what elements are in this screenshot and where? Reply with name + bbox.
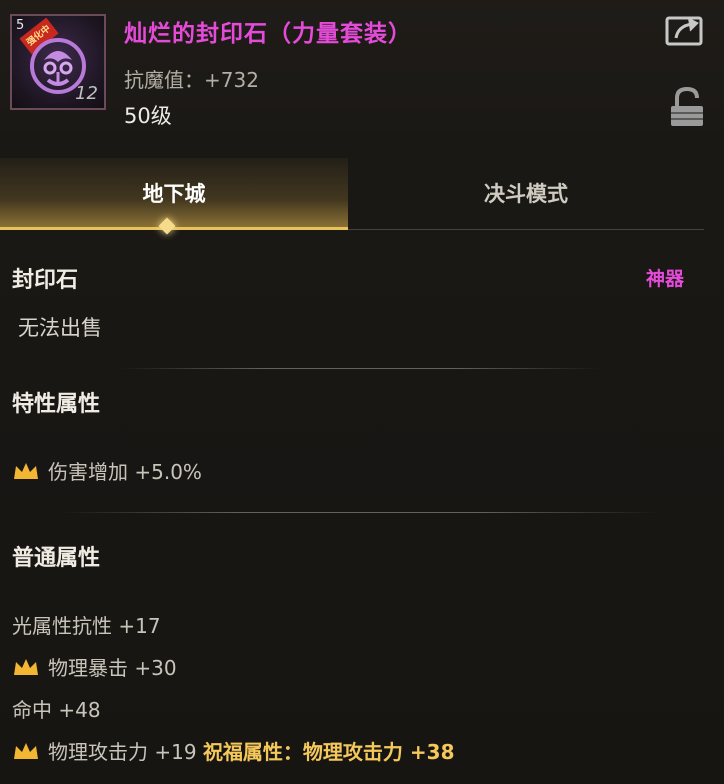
stat-line: 物理暴击 +30: [12, 652, 177, 681]
anti-magic-value: +732: [204, 68, 259, 92]
level-requirement: 50级: [124, 104, 172, 128]
divider: [120, 368, 600, 369]
divider: [60, 512, 660, 513]
item-tooltip: 5 强化中 12 灿烂的封印石（力量套装） 抗魔值：+732 50级 地下城 决…: [0, 0, 724, 784]
lock-icon[interactable]: [668, 86, 706, 128]
icon-level: 12: [75, 83, 98, 104]
stat-text: 光属性抗性 +17: [12, 614, 161, 638]
mode-tabs: 地下城 决斗模式: [0, 158, 724, 230]
stat-text: 物理暴击 +30: [48, 656, 177, 680]
tab-dungeon[interactable]: 地下城: [0, 158, 348, 230]
item-category: 封印石: [12, 268, 79, 293]
crown-icon: [14, 659, 38, 675]
tab-pvp[interactable]: 决斗模式: [348, 158, 704, 230]
sell-status: 无法出售: [18, 316, 102, 340]
stat-line: 光属性抗性 +17: [12, 610, 161, 639]
crown-icon: [14, 743, 38, 759]
stat-line: 伤害增加 +5.0%: [12, 456, 202, 485]
anti-magic-stat: 抗魔值：+732: [124, 64, 259, 93]
share-icon[interactable]: [664, 12, 706, 48]
stat-line: 物理攻击力 +19 祝福属性：物理攻击力 +38: [12, 736, 455, 765]
special-section-title: 特性属性: [12, 392, 101, 417]
item-name: 灿烂的封印石（力量套装）: [124, 21, 412, 47]
normal-section-title: 普通属性: [12, 546, 101, 571]
stat-text: 命中 +48: [12, 698, 101, 722]
blessing-stat: 祝福属性：物理攻击力 +38: [202, 740, 455, 764]
seal-stone-icon[interactable]: 5 强化中 12: [10, 14, 106, 110]
stat-line: 命中 +48: [12, 694, 101, 723]
item-header: 5 强化中 12 灿烂的封印石（力量套装） 抗魔值：+732 50级: [0, 0, 724, 148]
anti-magic-label: 抗魔值：: [124, 68, 204, 92]
icon-corner-text: 5: [16, 18, 25, 33]
stat-text: 伤害增加 +5.0%: [48, 460, 202, 484]
crown-icon: [14, 463, 38, 479]
stat-text: 物理攻击力 +19: [48, 740, 197, 764]
item-rarity: 神器: [646, 268, 685, 290]
